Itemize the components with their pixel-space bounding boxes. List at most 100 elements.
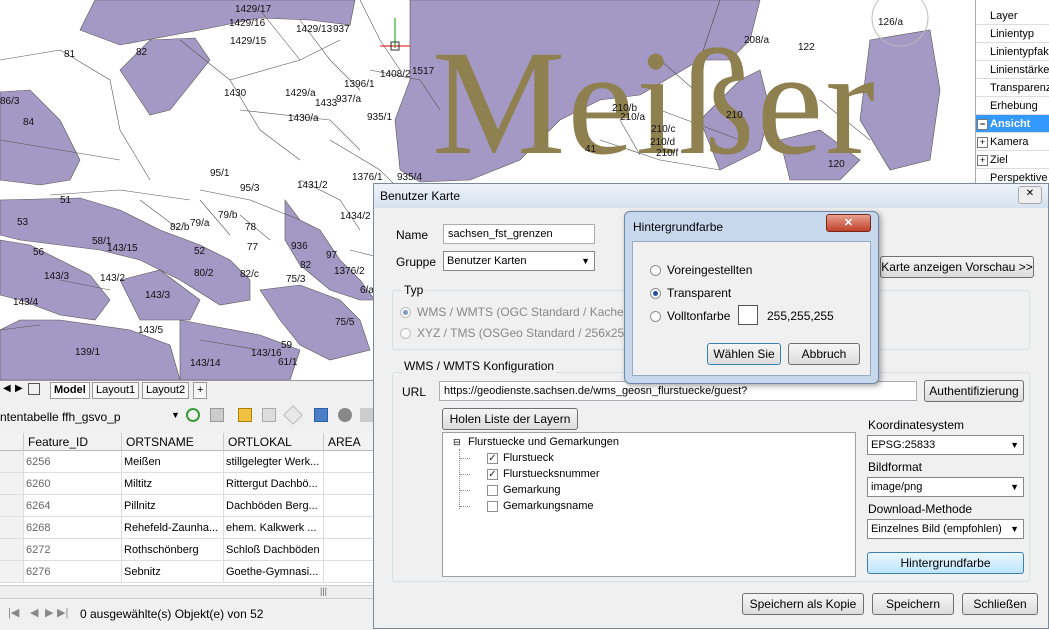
row-header[interactable] — [0, 539, 24, 561]
refresh-icon[interactable] — [186, 408, 200, 422]
collapse-icon[interactable]: − — [977, 119, 988, 130]
opt-solid-radio[interactable] — [650, 311, 661, 322]
checked-checkbox[interactable]: ✓ — [487, 453, 498, 464]
column-header[interactable]: Feature_ID — [24, 433, 122, 451]
column-header[interactable]: ORTSNAME — [122, 433, 224, 451]
table-cell[interactable] — [324, 561, 375, 583]
sphere-icon[interactable] — [338, 408, 352, 422]
horizontal-scrollbar[interactable]: ||| — [0, 585, 375, 599]
tab-layout1[interactable]: Layout1 — [92, 382, 140, 399]
unchecked-checkbox[interactable] — [487, 501, 498, 512]
row-header[interactable] — [0, 561, 24, 583]
property-row[interactable]: + Ziel — [976, 151, 1049, 169]
property-row[interactable]: Transparenz — [976, 79, 1049, 97]
dialog-close-icon[interactable]: ✕ — [1018, 186, 1042, 204]
next-page-icon[interactable]: ▶ — [45, 606, 53, 619]
table-cell[interactable]: Schloß Dachböden — [224, 539, 324, 561]
table-cell[interactable]: Dachböden Berg... — [224, 495, 324, 517]
table-cell[interactable]: Goethe-Gymnasi... — [224, 561, 324, 583]
property-row[interactable]: Erhebung — [976, 97, 1049, 115]
last-page-icon[interactable]: ▶| — [57, 606, 68, 619]
checked-checkbox[interactable]: ✓ — [487, 469, 498, 480]
scroll-grip-icon[interactable]: ||| — [320, 586, 327, 596]
row-header[interactable] — [0, 451, 24, 473]
first-page-icon[interactable]: |◀ — [8, 606, 19, 619]
table-cell[interactable]: 6268 — [24, 517, 122, 539]
save-button[interactable]: Speichern — [872, 593, 954, 615]
table-edit-icon[interactable] — [210, 408, 224, 422]
table-cell[interactable]: Pillnitz — [122, 495, 224, 517]
close-button[interactable]: Schließen — [962, 593, 1038, 615]
attribute-icon[interactable] — [238, 408, 252, 422]
name-input[interactable]: sachsen_fst_grenzen — [443, 224, 595, 244]
tree-collapse-icon[interactable]: ⊟ — [453, 437, 461, 448]
row-header[interactable] — [0, 495, 24, 517]
table-cell[interactable] — [324, 517, 375, 539]
preview-button[interactable]: Karte anzeigen Vorschau >> — [880, 256, 1034, 278]
cancel-button[interactable]: Abbruch — [788, 343, 860, 365]
choose-button[interactable]: Wählen Sie — [707, 343, 781, 365]
property-row[interactable]: + Kamera — [976, 133, 1049, 151]
column-header[interactable]: AREA — [324, 433, 375, 451]
opt-transparent-radio[interactable] — [650, 288, 661, 299]
property-label: Kamera — [990, 136, 1029, 148]
save-copy-button[interactable]: Speichern als Kopie — [742, 593, 864, 615]
table-cell[interactable]: 6260 — [24, 473, 122, 495]
tab-model[interactable]: Model — [50, 382, 90, 399]
tab-next-icon[interactable]: ▶ — [15, 383, 23, 394]
column-header[interactable]: ORTLOKAL — [224, 433, 324, 451]
table-selector[interactable]: ffh_gsvo_p — [62, 410, 121, 424]
property-row[interactable]: Linientypfaktor — [976, 43, 1049, 61]
color-swatch[interactable] — [738, 305, 758, 325]
table-cell[interactable]: Rittergut Dachbö... — [224, 473, 324, 495]
tab-layout2[interactable]: Layout2 — [142, 382, 190, 399]
property-row[interactable]: Layer — [976, 7, 1049, 25]
prev-page-icon[interactable]: ◀ — [30, 606, 38, 619]
table-cell[interactable]: Rehefeld-Zaunha... — [122, 517, 224, 539]
bg-dialog-close-icon[interactable]: ✕ — [826, 214, 871, 232]
typ-wms-radio[interactable] — [400, 307, 411, 318]
table-cell[interactable] — [324, 451, 375, 473]
table-cell[interactable]: 6272 — [24, 539, 122, 561]
unchecked-checkbox[interactable] — [487, 485, 498, 496]
download-select[interactable]: Einzelnes Bild (empfohlen) ▼ — [867, 519, 1024, 539]
format-select[interactable]: image/png ▼ — [867, 477, 1024, 497]
auth-button[interactable]: Authentifizierung — [924, 380, 1024, 402]
table-cell[interactable] — [324, 473, 375, 495]
chevron-down-icon: ▼ — [581, 256, 590, 266]
typ-xyz-radio[interactable] — [400, 328, 411, 339]
table-cell[interactable]: stillgelegter Werk... — [224, 451, 324, 473]
url-input[interactable]: https://geodienste.sachsen.de/wms_geosn_… — [439, 381, 917, 401]
row-header[interactable] — [0, 517, 24, 539]
tab-add[interactable]: + — [193, 382, 208, 399]
settings-icon[interactable] — [360, 408, 374, 422]
link-icon[interactable] — [283, 405, 303, 425]
property-row[interactable]: Linientyp — [976, 25, 1049, 43]
expand-icon[interactable]: + — [977, 137, 988, 148]
table-cell[interactable]: 6256 — [24, 451, 122, 473]
table-cell[interactable]: Sebnitz — [122, 561, 224, 583]
table-cell[interactable]: Meißen — [122, 451, 224, 473]
row-header[interactable] — [0, 473, 24, 495]
fetch-layers-button[interactable]: Holen Liste der Layern — [442, 408, 578, 430]
background-color-button[interactable]: Hintergrundfarbe — [867, 552, 1024, 574]
grid-icon[interactable] — [314, 408, 328, 422]
property-row[interactable]: Linienstärke — [976, 61, 1049, 79]
table-cell[interactable] — [324, 495, 375, 517]
table-cell[interactable]: ehem. Kalkwerk ... — [224, 517, 324, 539]
table-cell[interactable]: Miltitz — [122, 473, 224, 495]
typ-label: Typ — [402, 283, 426, 297]
chevron-down-icon[interactable]: ▼ — [171, 410, 180, 420]
table-cell[interactable]: 6276 — [24, 561, 122, 583]
expand-icon[interactable]: + — [977, 155, 988, 166]
gruppe-select[interactable]: Benutzer Karten ▼ — [443, 251, 595, 271]
tab-prev-icon[interactable]: ◀ — [3, 383, 11, 394]
copy-icon[interactable] — [262, 408, 276, 422]
table-cell[interactable] — [324, 539, 375, 561]
property-row[interactable]: − Ansicht — [976, 115, 1049, 133]
crs-select[interactable]: EPSG:25833 ▼ — [867, 435, 1024, 455]
opt-default-radio[interactable] — [650, 265, 661, 276]
table-cell[interactable]: Rothschönberg — [122, 539, 224, 561]
tab-list-icon[interactable] — [28, 383, 40, 395]
table-cell[interactable]: 6264 — [24, 495, 122, 517]
